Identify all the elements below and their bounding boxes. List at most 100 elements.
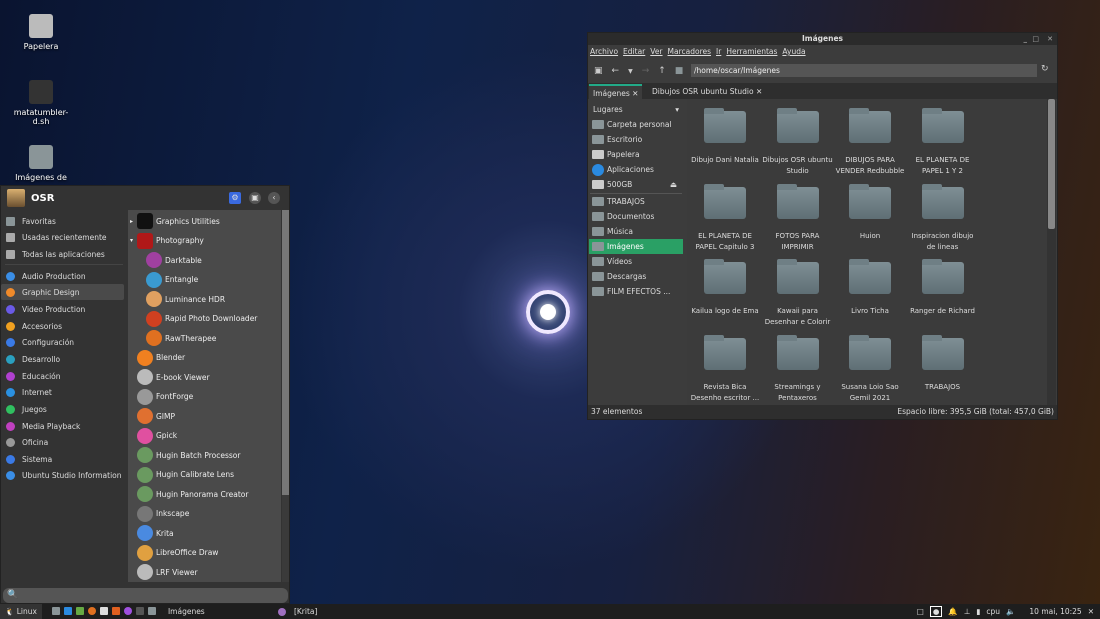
folder-item[interactable]: Dibujo Dani Natalia	[689, 108, 761, 166]
minimize-button[interactable]: _	[1024, 33, 1028, 45]
close-tab-icon[interactable]: ✕	[632, 89, 638, 98]
app-e-book-viewer[interactable]: E-book Viewer	[137, 368, 210, 386]
folder-item[interactable]: EL PLANETA DE PAPEL Capitulo 3	[689, 183, 761, 253]
cpu-graph[interactable]: cpu	[986, 607, 1000, 616]
folder-item[interactable]: EL PLANETA DE PAPEL 1 Y 2	[907, 108, 979, 177]
firefox-icon[interactable]	[87, 606, 96, 615]
folder-icon[interactable]	[147, 606, 156, 615]
close-icon[interactable]: ✕	[1088, 607, 1094, 616]
forward-icon[interactable]: →	[642, 66, 650, 76]
window-title-bar[interactable]: Imágenes _ □ ✕	[588, 33, 1057, 45]
app-inkscape[interactable]: Inkscape	[137, 505, 189, 523]
place-m-sica[interactable]: Música	[589, 224, 683, 239]
places-header[interactable]: Lugares ▾	[589, 102, 683, 117]
category-configuraci-n[interactable]: Configuración	[1, 334, 124, 350]
document-icon[interactable]	[99, 606, 108, 615]
folder-item[interactable]: TRABAJOS	[907, 334, 979, 393]
menu-editar[interactable]: Editar	[623, 47, 645, 56]
app-entangle[interactable]: Entangle	[146, 271, 198, 289]
path-input[interactable]: /home/oscar/Imágenes	[691, 64, 1037, 77]
place-papelera[interactable]: Papelera	[589, 147, 683, 162]
krita-icon[interactable]	[123, 606, 132, 615]
show-desktop-icon[interactable]: □	[917, 607, 924, 616]
place-documentos[interactable]: Documentos	[589, 209, 683, 224]
app-libreoffice-draw[interactable]: LibreOffice Draw	[137, 544, 218, 562]
gimp-icon[interactable]	[111, 606, 120, 615]
volume-icon[interactable]: 🔈	[1006, 607, 1015, 616]
category-video-production[interactable]: Video Production	[1, 301, 124, 317]
place-aplicaciones[interactable]: Aplicaciones	[589, 162, 683, 177]
category-audio-production[interactable]: Audio Production	[1, 268, 124, 284]
app-krita[interactable]: Krita	[137, 524, 174, 542]
category-todas-las-aplicaciones[interactable]: Todas las aplicaciones	[1, 246, 124, 262]
search-input[interactable]: 🔍	[3, 588, 288, 603]
place-film-efectos-[interactable]: FILM EFECTOS ...	[589, 284, 683, 299]
app-gimp[interactable]: GIMP	[137, 407, 175, 425]
desktop-icon[interactable]: Imágenes de	[6, 145, 76, 182]
folder-item[interactable]: Susana Loio Sao Gemil 2021	[834, 334, 906, 404]
close-button[interactable]: ✕	[1047, 33, 1053, 45]
menu-ir[interactable]: Ir	[716, 47, 721, 56]
app-hugin-panorama-creator[interactable]: Hugin Panorama Creator	[137, 485, 248, 503]
files-icon[interactable]	[51, 606, 60, 615]
place-im-genes[interactable]: Imágenes	[589, 239, 683, 254]
folder-icon[interactable]	[63, 606, 72, 615]
firefox-tray-icon[interactable]: ●	[929, 606, 943, 617]
battery-icon[interactable]: ▮	[976, 607, 980, 616]
folder-item[interactable]: Streamings y Pentaxeros	[762, 334, 834, 404]
back-icon[interactable]: ←	[612, 66, 620, 76]
eject-icon[interactable]: ⏏	[670, 180, 677, 189]
lock-icon[interactable]: ▣	[249, 192, 261, 204]
app-photography[interactable]: ▾ Photography	[130, 232, 204, 250]
menu-archivo[interactable]: Archivo	[590, 47, 618, 56]
app-luminance-hdr[interactable]: Luminance HDR	[146, 290, 225, 308]
app-list-scrollbar[interactable]	[282, 210, 289, 582]
folder-item[interactable]: DIBUJOS PARA VENDER Redbubble	[834, 108, 906, 177]
desktop-icon[interactable]: Papelera	[6, 14, 76, 51]
menu-ver[interactable]: Ver	[650, 47, 662, 56]
app-rapid-photo-downloader[interactable]: Rapid Photo Downloader	[146, 310, 257, 328]
folder-item[interactable]: Inspiracion dibujo de lineas	[907, 183, 979, 253]
app-lrf-viewer[interactable]: LRF Viewer	[137, 563, 198, 581]
place-v-deos[interactable]: Vídeos	[589, 254, 683, 269]
up-icon[interactable]: ↑	[658, 66, 666, 76]
desktop-icon[interactable]: matatumbler-d.sh	[6, 80, 76, 126]
category-favoritas[interactable]: Favoritas	[1, 213, 124, 229]
task-krita[interactable]: [Krita]	[294, 607, 317, 616]
app-hugin-calibrate-lens[interactable]: Hugin Calibrate Lens	[137, 466, 234, 484]
app-icon[interactable]	[75, 606, 84, 615]
category-oficina[interactable]: Oficina	[1, 434, 124, 450]
app-graphics-utilities[interactable]: ▸ Graphics Utilities	[130, 212, 220, 230]
tab-dibujos[interactable]: Dibujos OSR ubuntu Studio ✕	[648, 84, 766, 99]
history-dropdown-icon[interactable]: ▼	[628, 68, 633, 75]
category-educaci-n[interactable]: Educación	[1, 368, 124, 384]
place-500gb[interactable]: 500GB ⏏	[589, 177, 683, 192]
new-window-icon[interactable]: ▣	[594, 66, 603, 76]
terminal-icon[interactable]	[135, 606, 144, 615]
category-accesorios[interactable]: Accesorios	[1, 318, 124, 334]
tab-imagenes[interactable]: Imágenes ✕	[589, 84, 643, 99]
category-ubuntu-studio-information[interactable]: Ubuntu Studio Information	[1, 467, 124, 483]
menu-herramientas[interactable]: Herramientas	[726, 47, 777, 56]
place-trabajos[interactable]: TRABAJOS	[589, 194, 683, 209]
start-button[interactable]: 🐧 Linux	[0, 604, 42, 619]
avatar[interactable]	[7, 189, 25, 207]
expander-icon[interactable]: ▾	[130, 237, 137, 244]
reload-icon[interactable]: ↻	[1041, 64, 1049, 74]
category-sistema[interactable]: Sistema	[1, 451, 124, 467]
menu-marcadores[interactable]: Marcadores	[668, 47, 712, 56]
folder-item[interactable]: Huion	[834, 183, 906, 242]
category-internet[interactable]: Internet	[1, 384, 124, 400]
chevron-left-icon[interactable]: ‹	[268, 192, 280, 204]
folder-item[interactable]: Revista Bica Desenho escritor ...	[689, 334, 761, 404]
app-blender[interactable]: Blender	[137, 349, 185, 367]
folder-item[interactable]: Ranger de Richard	[907, 259, 979, 317]
category-graphic-design[interactable]: Graphic Design	[1, 284, 124, 300]
app-gpick[interactable]: Gpick	[137, 427, 177, 445]
folder-item[interactable]: Dibujos OSR ubuntu Studio	[762, 108, 834, 177]
category-media-playback[interactable]: Media Playback	[1, 418, 124, 434]
folder-item[interactable]: Livro Ticha	[834, 259, 906, 317]
close-tab-icon[interactable]: ✕	[756, 87, 762, 96]
clock[interactable]: 10 mai, 10:25	[1029, 607, 1081, 616]
app-rawtherapee[interactable]: RawTherapee	[146, 329, 216, 347]
